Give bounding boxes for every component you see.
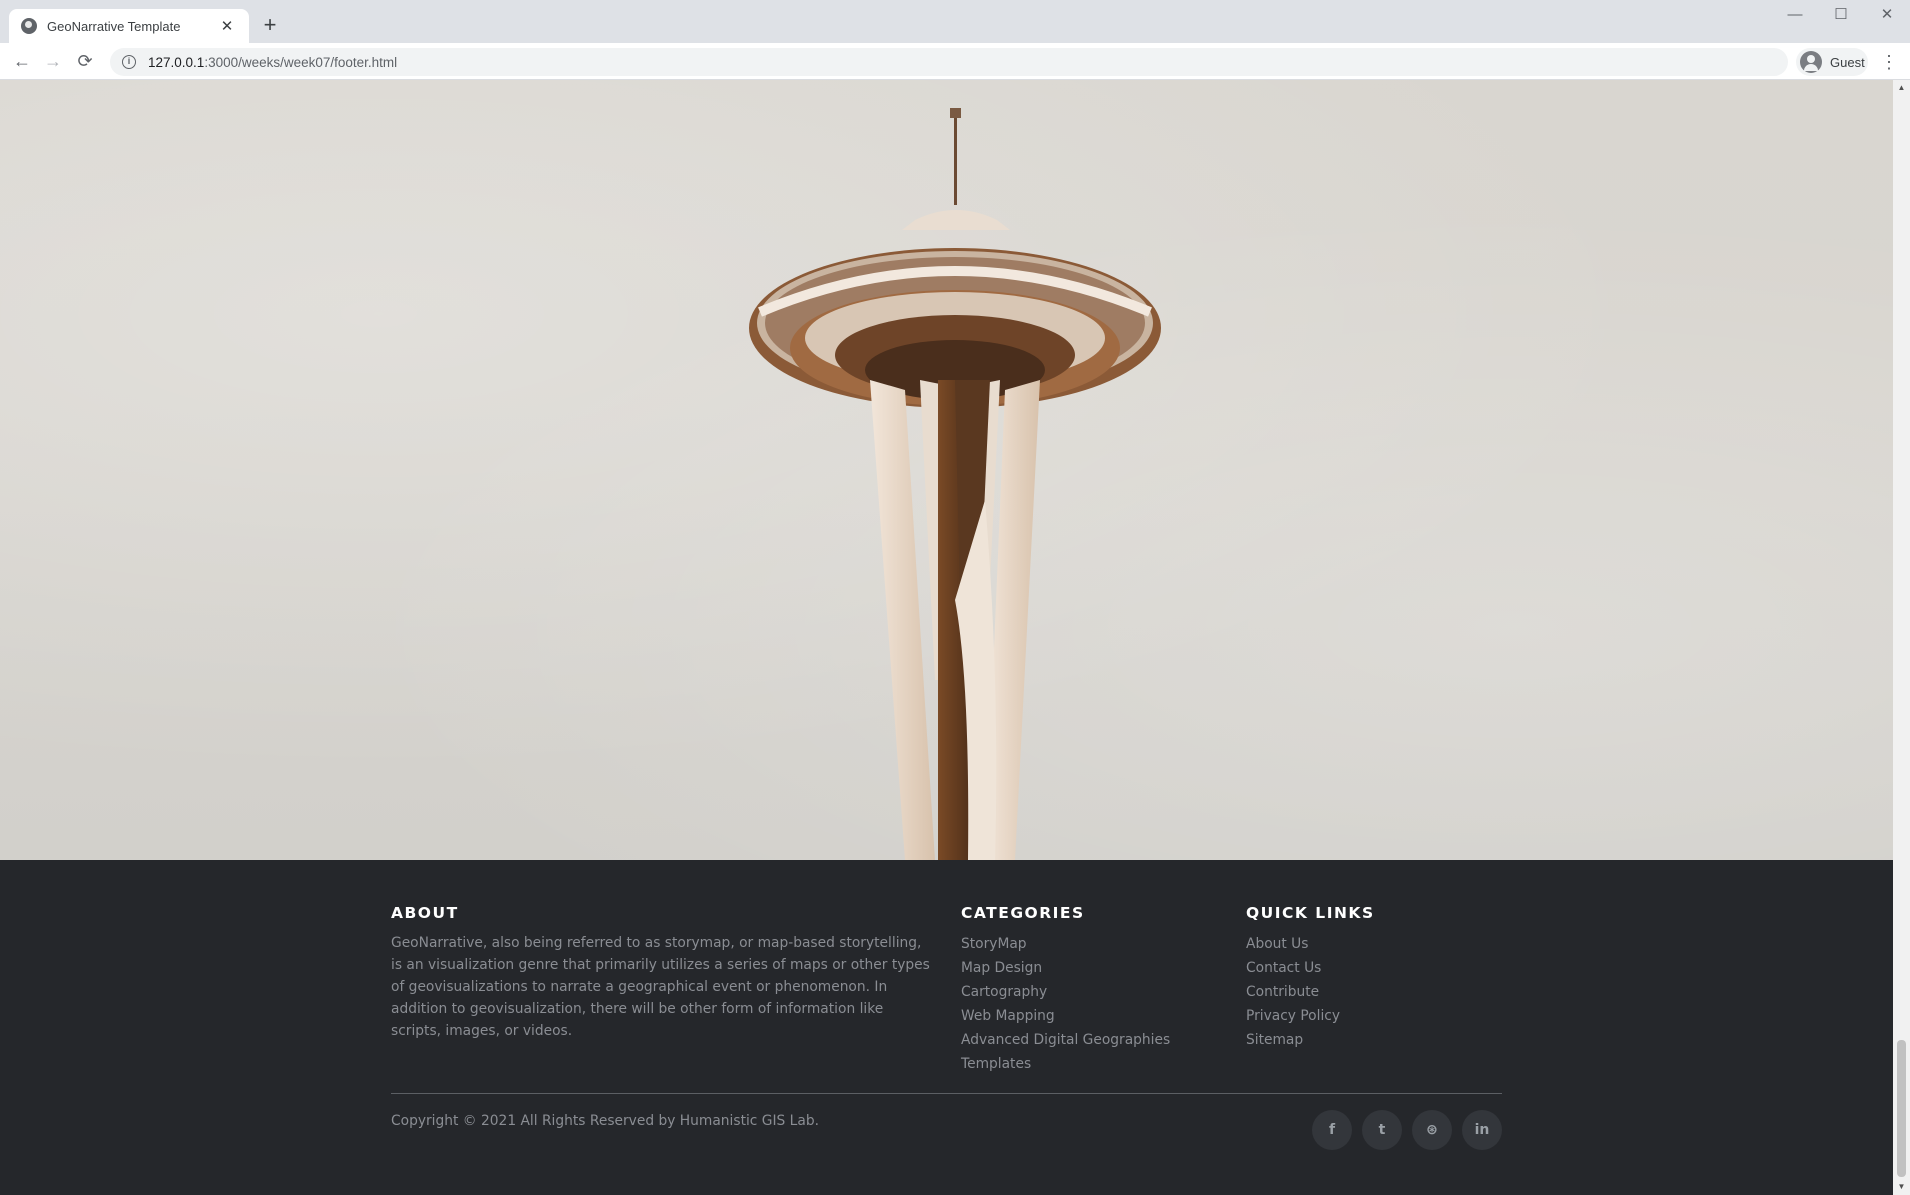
window-close-button[interactable]: ✕ [1864, 4, 1910, 32]
twitter-icon[interactable]: t [1362, 1110, 1402, 1150]
about-text: GeoNarrative, also being referred to as … [391, 935, 930, 1039]
quick-links-heading: QUICK LINKS [1246, 904, 1375, 922]
tab-close-icon[interactable]: ✕ [217, 17, 237, 35]
copyright-text: Copyright © 2021 All Rights Reserved by … [391, 1113, 819, 1129]
category-link-web-mapping[interactable]: Web Mapping [961, 1004, 1170, 1028]
site-info-icon[interactable]: i [122, 55, 136, 69]
minimize-button[interactable]: — [1772, 4, 1818, 32]
hero-image [0, 80, 1893, 860]
category-link-advanced-digital-geographies[interactable]: Advanced Digital Geographies [961, 1028, 1170, 1052]
category-link-map-design[interactable]: Map Design [961, 956, 1170, 980]
scrollbar-thumb[interactable] [1897, 1040, 1906, 1177]
maximize-button[interactable]: ☐ [1818, 4, 1864, 32]
about-heading: ABOUT [391, 904, 459, 922]
browser-toolbar: ← → ⟳ i 127.0.0.1:3000/weeks/week07/foot… [0, 43, 1910, 80]
reload-button[interactable]: ⟳ [71, 47, 99, 75]
tab-title: GeoNarrative Template [47, 18, 181, 34]
footer-categories: CATEGORIES StoryMap Map Design Cartograp… [961, 904, 1170, 1076]
quick-link-privacy-policy[interactable]: Privacy Policy [1246, 1004, 1375, 1028]
url-text: 127.0.0.1:3000/weeks/week07/footer.html [148, 54, 398, 70]
forward-button[interactable]: → [39, 47, 67, 75]
profile-name: Guest [1830, 54, 1865, 70]
footer-about: ABOUT GeoNarrative, also being referred … [391, 904, 936, 1042]
new-tab-button[interactable]: + [258, 12, 282, 40]
categories-heading: CATEGORIES [961, 904, 1085, 922]
globe-icon [21, 18, 37, 34]
footer-divider [391, 1093, 1502, 1094]
scroll-down-arrow-icon[interactable]: ▼ [1893, 1179, 1910, 1195]
footer-quick-links: QUICK LINKS About Us Contact Us Contribu… [1246, 904, 1375, 1052]
quick-link-contribute[interactable]: Contribute [1246, 980, 1375, 1004]
linkedin-icon[interactable]: in [1462, 1110, 1502, 1150]
quick-link-contact-us[interactable]: Contact Us [1246, 956, 1375, 980]
browser-menu-icon[interactable]: ⋮ [1878, 48, 1900, 76]
dribbble-icon[interactable]: ⊛ [1412, 1110, 1452, 1150]
quick-link-about-us[interactable]: About Us [1246, 932, 1375, 956]
facebook-icon[interactable]: f [1312, 1110, 1352, 1150]
category-link-templates[interactable]: Templates [961, 1052, 1170, 1076]
address-bar[interactable]: i 127.0.0.1:3000/weeks/week07/footer.htm… [110, 48, 1788, 76]
category-link-storymap[interactable]: StoryMap [961, 932, 1170, 956]
browser-tab-strip: GeoNarrative Template ✕ + — ☐ ✕ [0, 0, 1910, 43]
site-footer: ABOUT GeoNarrative, also being referred … [0, 860, 1893, 1195]
quick-link-sitemap[interactable]: Sitemap [1246, 1028, 1375, 1052]
browser-tab[interactable]: GeoNarrative Template ✕ [9, 9, 249, 43]
page-viewport: ABOUT GeoNarrative, also being referred … [0, 80, 1893, 1195]
avatar-icon [1800, 51, 1822, 73]
scroll-up-arrow-icon[interactable]: ▲ [1893, 80, 1910, 96]
profile-button[interactable]: Guest [1796, 48, 1868, 76]
back-button[interactable]: ← [8, 47, 36, 75]
space-needle-image [749, 108, 1161, 860]
category-link-cartography[interactable]: Cartography [961, 980, 1170, 1004]
page-scrollbar[interactable]: ▲ ▼ [1893, 80, 1910, 1195]
